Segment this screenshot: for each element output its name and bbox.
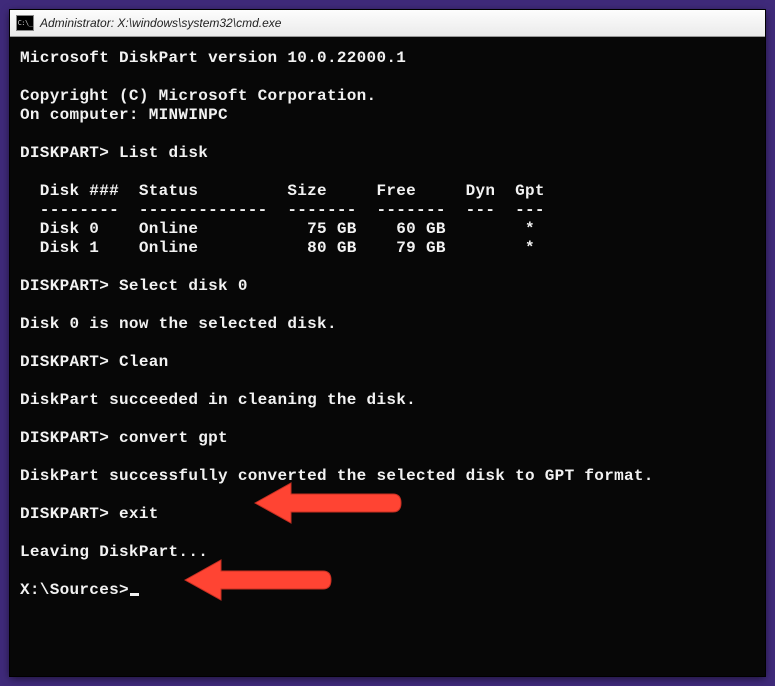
cmd-exit: exit xyxy=(119,505,159,523)
disk-table-header: Disk ### Status Size Free Dyn Gpt xyxy=(20,182,545,200)
cmd-list-disk: List disk xyxy=(119,144,208,162)
resp-clean: DiskPart succeeded in cleaning the disk. xyxy=(20,391,416,409)
prompt: DISKPART> xyxy=(20,429,109,447)
disk-table-divider: -------- ------------- ------- ------- -… xyxy=(20,201,545,219)
diskpart-version: Microsoft DiskPart version 10.0.22000.1 xyxy=(20,49,406,67)
disk-row-0: Disk 0 Online 75 GB 60 GB * xyxy=(20,220,535,238)
resp-exit: Leaving DiskPart... xyxy=(20,543,208,561)
resp-select: Disk 0 is now the selected disk. xyxy=(20,315,337,333)
prompt: DISKPART> xyxy=(20,144,109,162)
terminal-area[interactable]: Microsoft DiskPart version 10.0.22000.1 … xyxy=(10,37,765,676)
cmd-window: Administrator: X:\windows\system32\cmd.e… xyxy=(10,10,765,676)
cursor xyxy=(130,593,139,596)
prompt: DISKPART> xyxy=(20,277,109,295)
window-title: Administrator: X:\windows\system32\cmd.e… xyxy=(40,16,281,30)
copyright-line: Copyright (C) Microsoft Corporation. xyxy=(20,87,376,105)
disk-row-1: Disk 1 Online 80 GB 79 GB * xyxy=(20,239,535,257)
prompt: DISKPART> xyxy=(20,505,109,523)
cmd-icon xyxy=(16,15,34,31)
prompt: DISKPART> xyxy=(20,353,109,371)
cmd-clean: Clean xyxy=(119,353,169,371)
cmd-select-disk: Select disk 0 xyxy=(119,277,248,295)
computer-line: On computer: MINWINPC xyxy=(20,106,228,124)
cmd-convert-gpt: convert gpt xyxy=(119,429,228,447)
final-prompt: X:\Sources> xyxy=(20,581,129,599)
titlebar[interactable]: Administrator: X:\windows\system32\cmd.e… xyxy=(10,10,765,37)
resp-convert: DiskPart successfully converted the sele… xyxy=(20,467,654,485)
